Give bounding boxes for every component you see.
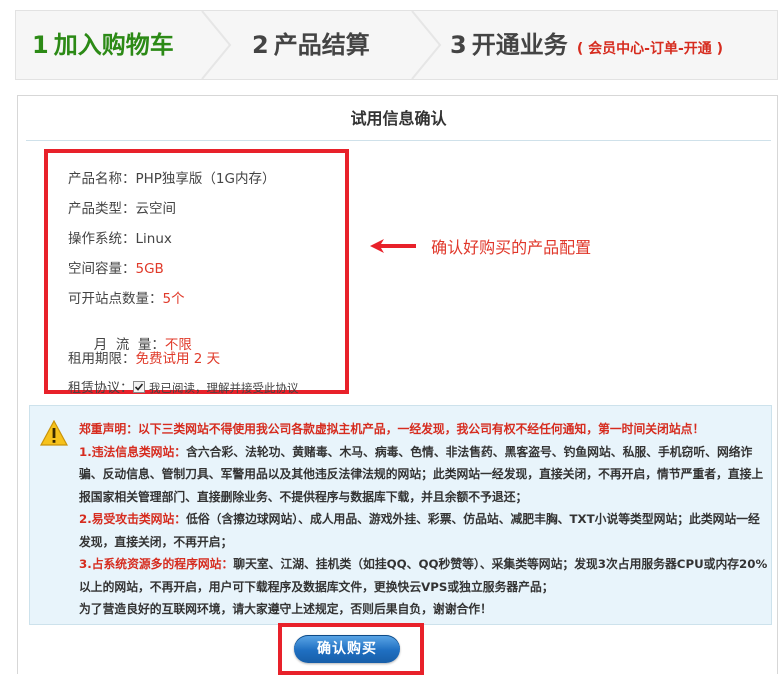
step-title: 开通业务 — [471, 31, 568, 59]
info-label: 产品类型： — [68, 201, 136, 217]
arrow-left-icon — [370, 239, 416, 253]
product-info-box: 产品名称：PHP独享版（1G内存） 产品类型：云空间 操作系统：Linux 空间… — [44, 149, 349, 396]
panel-title: 试用信息确认 — [26, 96, 771, 141]
info-label: 操作系统： — [68, 231, 136, 247]
notice-item-title: 2.易受攻击类网站： — [79, 512, 187, 526]
info-row-os: 操作系统：Linux — [68, 227, 172, 247]
disclaimer-notice: 郑重声明：以下三类网站不得使用我公司各款虚拟主机产品，一经发现，我公司有权不经任… — [29, 405, 772, 625]
info-value: 免费试用 2 天 — [135, 351, 221, 367]
callout-text: 确认好购买的产品配置 — [431, 238, 592, 257]
step-number: 3 — [450, 31, 467, 59]
notice-closing: 为了营造良好的互联网环境，请大家遵守上述规定，否则后果自负，谢谢合作！ — [79, 602, 492, 616]
agreement-checkbox[interactable] — [133, 381, 146, 393]
agreement-text[interactable]: 我已阅读，理解并接受此协议 — [149, 381, 299, 395]
info-value: 云空间 — [135, 201, 177, 217]
checkout-steps: 1 加入购物车 2 产品结算 3 开通业务 ( 会员中心-订单-开通 ) — [15, 10, 778, 80]
info-label: 租赁协议： — [68, 381, 134, 396]
notice-item-2: 2.易受攻击类网站：低俗（含擦边球网站）、成人用品、游戏外挂、彩票、仿品站、减肥… — [79, 508, 769, 553]
step-checkout: 2 产品结算 — [252, 11, 370, 79]
info-label: 产品名称： — [68, 171, 136, 187]
step-number: 2 — [252, 31, 269, 59]
step-add-to-cart: 1 加入购物车 — [32, 11, 174, 79]
step-activate: 3 开通业务 ( 会员中心-订单-开通 ) — [450, 11, 723, 79]
notice-body: 郑重声明：以下三类网站不得使用我公司各款虚拟主机产品，一经发现，我公司有权不经任… — [79, 418, 769, 621]
confirm-button-highlight: 确认购买 — [278, 623, 424, 675]
step-number: 1 — [32, 31, 49, 59]
config-callout: 确认好购买的产品配置 — [370, 234, 591, 258]
info-label: 租用期限： — [68, 351, 136, 367]
trial-confirm-panel: 试用信息确认 产品名称：PHP独享版（1G内存） 产品类型：云空间 操作系统：L… — [17, 95, 778, 675]
notice-item-title: 1.违法信息类网站： — [79, 444, 187, 459]
checkmark-icon — [134, 383, 144, 391]
info-row-period: 租用期限：免费试用 2 天 — [68, 347, 220, 367]
info-row-name: 产品名称：PHP独享版（1G内存） — [68, 167, 275, 187]
info-value: 5个 — [162, 291, 185, 307]
info-row-space: 空间容量：5GB — [68, 257, 164, 277]
info-value: PHP独享版（1G内存） — [135, 171, 276, 187]
info-value: 5GB — [135, 261, 164, 277]
info-label: 可开站点数量： — [68, 291, 163, 307]
info-row-agreement: 租赁协议： 我已阅读，理解并接受此协议 — [68, 377, 299, 396]
notice-item-3: 3.占系统资源多的程序网站：聊天室、江湖、挂机类（如挂QQ、QQ秒赞等）、采集类… — [79, 553, 769, 598]
info-value: Linux — [135, 231, 172, 247]
confirm-purchase-button[interactable]: 确认购买 — [294, 635, 400, 663]
info-row-sites: 可开站点数量：5个 — [68, 287, 185, 307]
notice-item-title: 3.占系统资源多的程序网站： — [79, 557, 234, 571]
info-row-type: 产品类型：云空间 — [68, 197, 176, 217]
step-separator-icon — [201, 11, 232, 79]
notice-heading: 郑重声明：以下三类网站不得使用我公司各款虚拟主机产品，一经发现，我公司有权不经任… — [79, 422, 705, 436]
step-note: ( 会员中心-订单-开通 ) — [576, 41, 724, 57]
warning-icon — [40, 420, 68, 446]
notice-item-1: 1.违法信息类网站：含六合彩、法轮功、黄赌毒、木马、病毒、色情、非法售药、黑客盗… — [79, 441, 769, 509]
info-label: 空间容量： — [68, 261, 136, 277]
step-title: 加入购物车 — [53, 31, 174, 59]
step-title: 产品结算 — [273, 31, 370, 59]
step-separator-icon — [411, 11, 442, 79]
